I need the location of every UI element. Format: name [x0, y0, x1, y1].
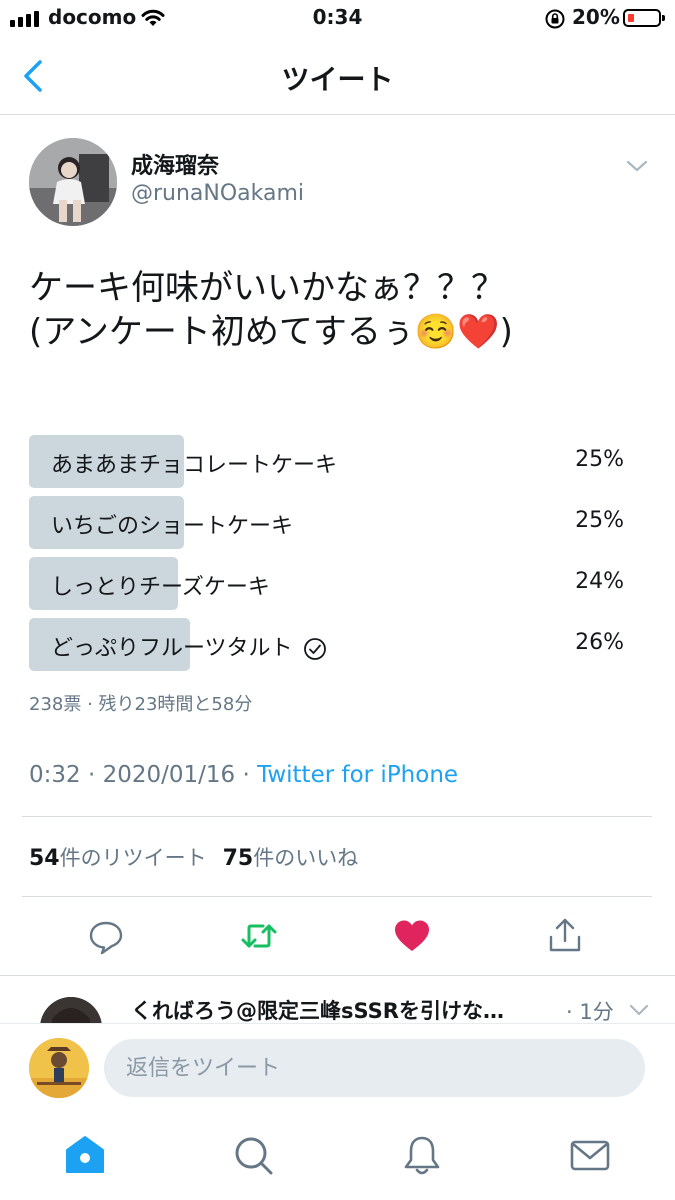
user-avatar[interactable] [29, 1038, 89, 1098]
tweet-text: ケーキ何味がいいかなぁ？？？ (アンケート初めてするぅ☺️❤️) [29, 266, 649, 354]
like-count: 75 [222, 846, 254, 871]
poll-option: どっぷりフルーツタルト 26% [29, 618, 649, 671]
timestamp-text: 0:32 · 2020/01/16 · [29, 762, 258, 788]
retweet-icon[interactable] [239, 916, 279, 956]
divider [0, 975, 675, 976]
tweet-timestamp: 0:32 · 2020/01/16 · Twitter for iPhone [29, 762, 458, 788]
search-icon[interactable] [231, 1133, 275, 1177]
compose-bar [0, 1023, 675, 1113]
engagement-stats: 54件のリツイート 75件のいいね [29, 842, 358, 872]
reply-time: · 1分 [566, 1000, 614, 1024]
poll-option-percent: 24% [575, 569, 624, 594]
heart-icon[interactable] [392, 916, 432, 956]
author-name[interactable]: 成海瑠奈 [131, 148, 219, 180]
home-icon[interactable] [63, 1133, 107, 1177]
poll-meta: 238票 · 残り23時間と58分 [29, 694, 253, 715]
poll-option: いちごのショートケーキ 25% [29, 496, 649, 549]
poll-option-percent: 26% [575, 630, 624, 655]
battery-percent: 20% [572, 5, 620, 29]
rotation-lock-icon [545, 9, 565, 29]
page-title: ツイート [281, 63, 394, 96]
tab-bar [0, 1113, 675, 1200]
tweet-text-line: ケーキ何味がいいかなぁ？？？ [29, 268, 505, 308]
tweet-text-line: (アンケート初めてするぅ☺️❤️) [29, 312, 513, 352]
mail-icon[interactable] [568, 1133, 612, 1177]
retweet-count: 54 [29, 846, 60, 871]
author-handle[interactable]: @runaNOakami [131, 181, 304, 206]
poll-option-label-wrap: どっぷりフルーツタルト [51, 630, 327, 662]
poll-option-percent: 25% [575, 508, 624, 533]
check-circle-icon [303, 638, 326, 660]
poll-option-label: どっぷりフルーツタルト [51, 636, 293, 661]
battery-level [628, 14, 634, 22]
reply-input[interactable] [104, 1039, 645, 1097]
like-stat[interactable]: 75件のいいね [222, 846, 359, 871]
bell-icon[interactable] [400, 1133, 444, 1177]
status-bar: docomo 0:34 20% [0, 0, 675, 38]
poll-option-label: しっとりチーズケーキ [51, 575, 270, 600]
poll-option: あまあまチョコレートケーキ 25% [29, 435, 649, 488]
nav-bar: ツイート [0, 38, 675, 115]
retweet-label: 件のリツイート [59, 846, 207, 870]
poll-option-label: あまあまチョコレートケーキ [51, 453, 338, 478]
divider [22, 896, 652, 897]
share-icon[interactable] [545, 916, 585, 956]
author-avatar[interactable] [29, 138, 117, 226]
chevron-down-icon[interactable] [625, 158, 649, 174]
reply-author-name[interactable]: くればろう@限定三峰sSSRを引けな… [131, 995, 504, 1025]
poll-option-label: いちごのショートケーキ [51, 514, 294, 539]
divider [22, 816, 652, 817]
source-link[interactable]: Twitter for iPhone [257, 762, 458, 788]
poll-option-percent: 25% [575, 447, 624, 472]
chevron-down-icon[interactable] [628, 1003, 650, 1017]
like-label: 件のいいね [253, 846, 359, 870]
battery-icon [623, 9, 665, 27]
retweet-stat[interactable]: 54件のリツイート [29, 846, 207, 871]
speech-bubble-icon[interactable] [86, 916, 126, 956]
poll-option: しっとりチーズケーキ 24% [29, 557, 649, 610]
